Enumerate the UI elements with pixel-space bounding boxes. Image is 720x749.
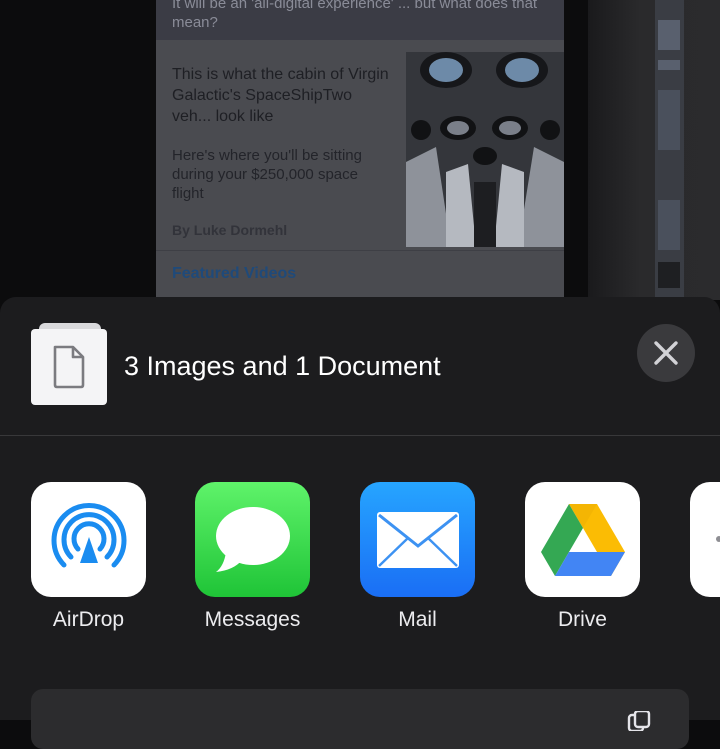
article-byline: By Luke Dormehl [172,222,288,238]
messages-icon [215,506,290,572]
mail-icon [376,511,459,568]
share-app-partial[interactable] [690,482,720,597]
share-sheet-title: 3 Images and 1 Document [124,351,441,381]
drive-tile[interactable] [525,482,640,597]
mail-tile[interactable] [360,482,475,597]
airdrop-label: AirDrop [52,608,125,631]
article-featured-link: Featured Videos [172,265,297,282]
article-cabin-image [406,52,564,247]
background-side-strip [655,0,684,300]
article-divider [156,250,564,251]
document-icon [53,345,85,389]
article-top-text: It will be an 'all-digital experience' .… [172,0,538,31]
mail-label: Mail [398,608,437,631]
close-button[interactable] [637,324,695,382]
share-app-messages[interactable]: Messages [195,482,310,642]
share-sheet: 3 Images and 1 Document AirDrop Messages… [0,297,720,749]
messages-tile[interactable] [195,482,310,597]
copy-icon [627,711,651,731]
messages-label: Messages [204,608,301,631]
share-app-mail[interactable]: Mail [360,482,475,642]
google-drive-icon [540,503,625,576]
share-action-row[interactable] [31,689,689,749]
article-top-banner: It will be an 'all-digital experience' .… [156,0,564,40]
share-app-airdrop[interactable]: AirDrop [31,482,146,642]
share-app-drive[interactable]: Drive [525,482,640,642]
xmark-icon [654,341,678,365]
document-preview-thumbnail [31,323,107,405]
drive-label: Drive [557,608,607,631]
airdrop-icon [51,502,126,567]
background-app-preview [588,0,720,300]
airdrop-tile[interactable] [31,482,146,597]
article-headline: This is what the cabin of Virgin Galacti… [172,66,389,125]
sheet-divider [0,435,720,436]
article-subhead: Here's where you'll be sitting during yo… [172,147,362,202]
background-article-card: It will be an 'all-digital experience' .… [156,0,564,300]
